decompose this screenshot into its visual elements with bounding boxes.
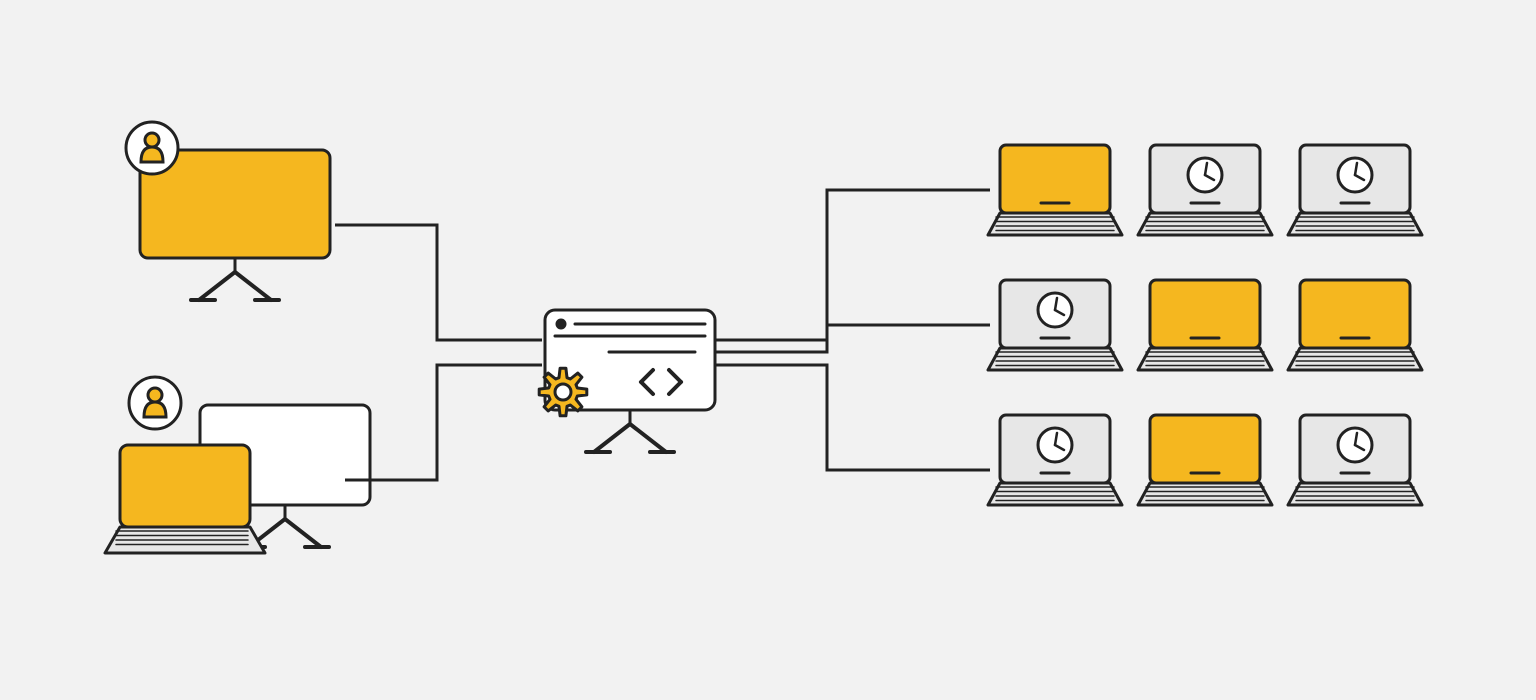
worker-grid xyxy=(988,145,1422,505)
laptop-waiting-icon xyxy=(988,280,1122,370)
connector xyxy=(345,365,542,480)
laptop-active-icon xyxy=(988,145,1122,235)
connector xyxy=(715,365,990,470)
person-icon xyxy=(126,122,178,174)
config-server-icon xyxy=(539,310,715,452)
laptop-active-icon xyxy=(1138,280,1272,370)
laptop-active-icon xyxy=(1138,415,1272,505)
laptop-active-icon xyxy=(1288,280,1422,370)
laptop-waiting-icon xyxy=(1288,145,1422,235)
laptop-waiting-icon xyxy=(1138,145,1272,235)
laptop-waiting-icon xyxy=(988,415,1122,505)
architecture-diagram xyxy=(0,0,1536,700)
laptop-waiting-icon xyxy=(1288,415,1422,505)
client-desktop xyxy=(126,122,330,300)
laptop-icon xyxy=(105,445,265,553)
person-icon xyxy=(129,377,181,429)
connector xyxy=(335,225,542,340)
gear-icon xyxy=(539,368,587,416)
client-workstation xyxy=(105,377,370,553)
connector xyxy=(715,190,990,340)
